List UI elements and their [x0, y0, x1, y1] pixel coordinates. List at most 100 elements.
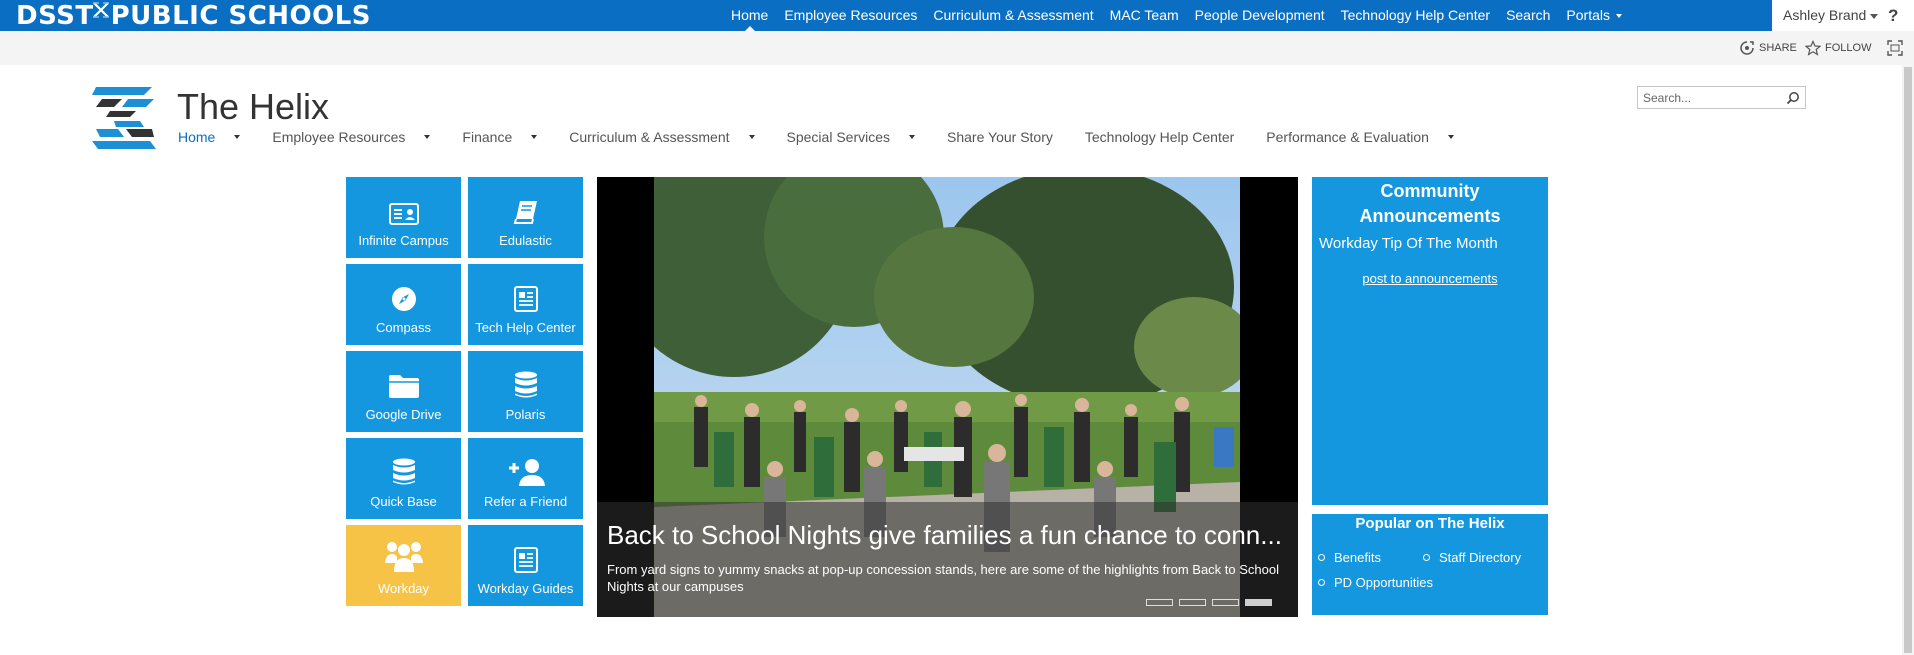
nav-item-finance[interactable]: Finance [462, 129, 538, 145]
nav-item-employee-resources[interactable]: Employee Resources [272, 129, 431, 145]
tile-label: Compass [376, 320, 431, 335]
suite-link-label: Employee Resources [784, 7, 918, 23]
tile-label: Workday [377, 581, 430, 596]
suite-link-label: Curriculum & Assessment [933, 7, 1094, 23]
nav-item-special-services[interactable]: Special Services [787, 129, 916, 145]
suite-link-curriculum[interactable]: Curriculum & Assessment [925, 0, 1101, 31]
carousel-dot[interactable] [1146, 599, 1173, 606]
nav-item-performance[interactable]: Performance & Evaluation [1266, 129, 1454, 145]
book-icon [513, 201, 537, 224]
carousel-dot-active[interactable] [1245, 599, 1272, 606]
fullscreen-icon [1887, 40, 1903, 56]
newspaper-icon [513, 547, 538, 573]
ribbon-bar: SHARE FOLLOW [0, 31, 1914, 65]
tile-google-drive[interactable]: Google Drive [346, 351, 461, 432]
tile-label: Google Drive [365, 407, 442, 422]
tile-infinite-campus[interactable]: Infinite Campus [346, 177, 461, 258]
share-icon [1740, 41, 1754, 55]
follow-label: FOLLOW [1825, 42, 1872, 54]
tile-tech-help-center[interactable]: Tech Help Center [468, 264, 583, 345]
helix-logo-icon[interactable] [92, 85, 158, 149]
tile-polaris[interactable]: Polaris [468, 351, 583, 432]
tile-label: Infinite Campus [358, 233, 449, 248]
users-icon [384, 542, 423, 572]
nav-item-label: Performance & Evaluation [1266, 129, 1429, 145]
carousel-description: From yard signs to yummy snacks at pop-u… [607, 562, 1279, 594]
nav-item-home[interactable]: Home [178, 129, 241, 145]
share-label: SHARE [1759, 42, 1797, 54]
tile-label: Workday Guides [477, 581, 574, 596]
tile-edulastic[interactable]: Edulastic [468, 177, 583, 258]
suite-link-home[interactable]: Home [723, 0, 776, 31]
chevron-down-icon[interactable] [531, 135, 538, 139]
carousel-dot[interactable] [1212, 599, 1239, 606]
suite-link-search[interactable]: Search [1498, 0, 1558, 31]
suite-link-label: Technology Help Center [1340, 7, 1491, 23]
chevron-down-icon[interactable] [748, 135, 755, 139]
tile-quick-base[interactable]: Quick Base [346, 438, 461, 519]
announcements-title: Community Announcements [1359, 181, 1501, 226]
popular-link-benefits[interactable]: Benefits [1318, 550, 1381, 565]
nav-item-label: Curriculum & Assessment [569, 129, 730, 145]
nav-item-tech-help[interactable]: Technology Help Center [1085, 129, 1234, 145]
tile-workday-guides[interactable]: Workday Guides [468, 525, 583, 606]
news-carousel[interactable]: Back to School Nights give families a fu… [597, 177, 1298, 617]
nav-item-share-your-story[interactable]: Share Your Story [947, 129, 1053, 145]
help-button[interactable]: ? [1888, 0, 1898, 31]
suite-bar: DSST PUBLIC SCHOOLS Home Employee Resour… [0, 0, 1914, 31]
page-scrollbar[interactable] [1902, 65, 1914, 655]
suite-link-label: Home [730, 7, 769, 23]
brand-logo[interactable]: DSST PUBLIC SCHOOLS [16, 1, 371, 31]
chevron-down-icon[interactable] [909, 135, 916, 139]
popular-link-pd-opportunities[interactable]: PD Opportunities [1318, 575, 1433, 590]
nav-item-label: Employee Resources [272, 129, 406, 145]
brand-left-text: DSST [16, 1, 94, 31]
chevron-down-icon[interactable] [234, 135, 241, 139]
tile-label: Edulastic [499, 233, 552, 248]
tile-label: Refer a Friend [483, 494, 568, 509]
nav-item-curriculum[interactable]: Curriculum & Assessment [569, 129, 755, 145]
popular-link-staff-directory[interactable]: Staff Directory [1423, 550, 1521, 565]
community-announcements: Community Announcements Workday Tip Of T… [1312, 177, 1548, 505]
suite-link-mac-team[interactable]: MAC Team [1102, 0, 1187, 31]
focus-mode-button[interactable] [1887, 31, 1907, 65]
suite-link-employee-resources[interactable]: Employee Resources [776, 0, 925, 31]
popular-links: Popular on The Helix Benefits Staff Dire… [1312, 514, 1548, 615]
suite-link-people-development[interactable]: People Development [1187, 0, 1333, 31]
post-announcement-link[interactable]: post to announcements [1312, 271, 1548, 286]
id-card-icon [388, 203, 419, 225]
search-icon[interactable] [1786, 91, 1800, 105]
carousel-title[interactable]: Back to School Nights give families a fu… [607, 520, 1282, 551]
tile-label: Quick Base [370, 494, 437, 509]
compass-icon [391, 287, 416, 311]
star-icon [1805, 40, 1821, 56]
chevron-down-icon[interactable] [1447, 135, 1454, 139]
announcement-item[interactable]: Workday Tip Of The Month [1319, 235, 1498, 252]
site-title[interactable]: The Helix [177, 86, 329, 128]
tile-label: Polaris [505, 407, 546, 422]
brand-x-icon [92, 2, 109, 18]
tile-workday[interactable]: Workday [346, 525, 461, 606]
share-button[interactable]: SHARE [1739, 31, 1797, 65]
suite-link-tech-help[interactable]: Technology Help Center [1333, 0, 1498, 31]
chevron-down-icon[interactable] [424, 135, 431, 139]
scrollbar-thumb[interactable] [1904, 67, 1912, 653]
add-user-icon [508, 459, 545, 486]
tile-label: Tech Help Center [475, 320, 576, 335]
user-name: Ashley Brand [1783, 7, 1867, 23]
database-icon [392, 458, 415, 485]
user-menu[interactable]: Ashley Brand [1783, 0, 1879, 31]
nav-item-label: Technology Help Center [1084, 129, 1235, 145]
suite-link-label: People Development [1194, 7, 1325, 23]
follow-button[interactable]: FOLLOW [1805, 31, 1871, 65]
popular-link-label: Staff Directory [1439, 550, 1522, 565]
tile-refer-a-friend[interactable]: Refer a Friend [468, 438, 583, 519]
suite-link-label: Search [1506, 7, 1551, 23]
carousel-dot[interactable] [1179, 599, 1206, 606]
search-input[interactable] [1638, 87, 1778, 108]
tile-compass[interactable]: Compass [346, 264, 461, 345]
newspaper-icon [513, 286, 538, 312]
suite-link-portals[interactable]: Portals [1558, 0, 1630, 31]
page-root: DSST PUBLIC SCHOOLS Home Employee Resour… [0, 0, 1914, 655]
folder-icon [388, 375, 419, 398]
